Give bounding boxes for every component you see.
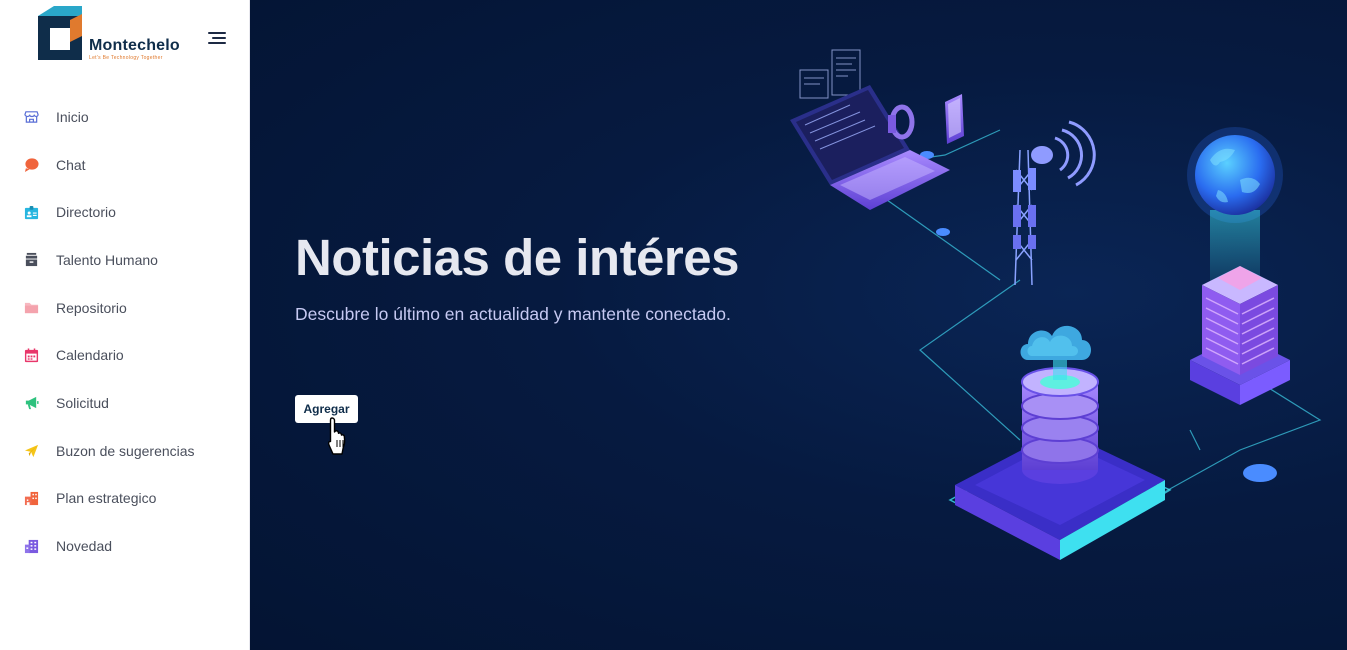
sidebar-item-chat[interactable]: Chat — [0, 141, 250, 189]
office-building-icon — [24, 539, 39, 553]
sidebar-item-calendario[interactable]: Calendario — [0, 331, 250, 379]
sidebar-item-label: Talento Humano — [56, 251, 158, 268]
archive-box-icon — [25, 253, 38, 267]
sidebar-item-label: Directorio — [56, 204, 116, 221]
logo-mark-icon — [38, 6, 82, 60]
chat-bubble-icon — [24, 158, 39, 173]
sidebar: Montechelo Let's Be Technology Together … — [0, 0, 250, 650]
paper-plane-icon — [24, 445, 39, 458]
megaphone-icon — [25, 397, 39, 410]
sidebar-item-label: Buzon de sugerencias — [56, 442, 195, 459]
id-card-icon — [24, 205, 39, 219]
folder-icon — [24, 302, 39, 314]
calendar-icon — [24, 348, 39, 362]
hero-banner: Noticias de intéres Descubre lo último e… — [250, 0, 1347, 650]
hand-cursor-icon — [327, 417, 346, 455]
store-icon — [24, 111, 39, 124]
sidebar-item-inicio[interactable]: Inicio — [0, 93, 250, 141]
sidebar-nav: Inicio Chat Directorio Talento Humano Re… — [0, 93, 250, 570]
sidebar-item-label: Inicio — [56, 108, 89, 125]
sidebar-item-talento-humano[interactable]: Talento Humano — [0, 236, 250, 284]
sidebar-item-label: Solicitud — [56, 394, 109, 411]
tech-network-illustration — [790, 49, 1322, 560]
sidebar-item-solicitud[interactable]: Solicitud — [0, 379, 250, 427]
brand-logo[interactable]: Montechelo Let's Be Technology Together — [36, 6, 186, 64]
sidebar-item-directorio[interactable]: Directorio — [0, 188, 250, 236]
sidebar-item-label: Chat — [56, 156, 86, 173]
sidebar-item-label: Plan estrategico — [56, 490, 157, 507]
sidebar-item-plan-estrategico[interactable]: Plan estrategico — [0, 475, 250, 523]
sidebar-item-label: Repositorio — [56, 299, 127, 316]
sidebar-item-novedad[interactable]: Novedad — [0, 522, 250, 570]
brand-tagline: Let's Be Technology Together — [89, 55, 163, 61]
hero-title: Noticias de intéres — [295, 229, 740, 286]
sidebar-item-label: Calendario — [56, 347, 124, 364]
brand-name: Montechelo — [89, 37, 180, 54]
hero-subtitle: Descubre lo último en actualidad y mante… — [295, 304, 731, 324]
building-icon — [24, 491, 39, 505]
sidebar-item-repositorio[interactable]: Repositorio — [0, 284, 250, 332]
menu-toggle-icon[interactable] — [206, 31, 226, 47]
sidebar-item-buzon-de-sugerencias[interactable]: Buzon de sugerencias — [0, 427, 250, 475]
sidebar-item-label: Novedad — [56, 538, 113, 555]
